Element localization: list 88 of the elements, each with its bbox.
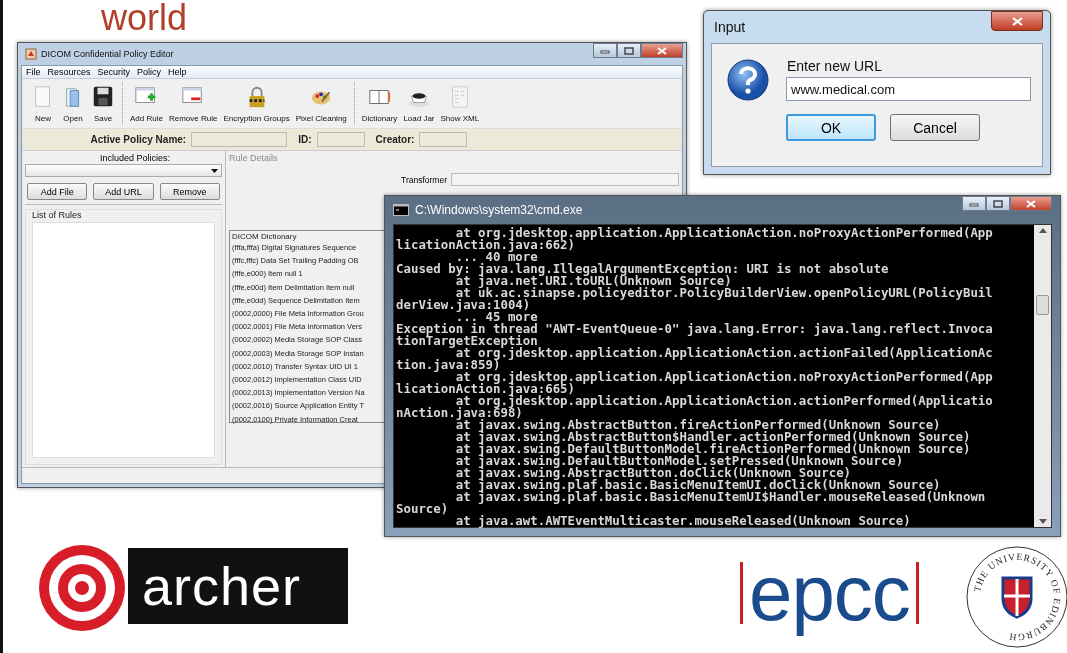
text-field[interactable] [316, 132, 365, 147]
console-line: ... 45 more [455, 311, 539, 323]
menu-item[interactable]: Security [96, 67, 132, 77]
console-line: derView.java:1004) [396, 299, 531, 311]
field-label: Creator: [375, 134, 415, 145]
close-button[interactable] [991, 11, 1043, 31]
toolbar-button[interactable]: Add Rule [129, 82, 164, 125]
policy-button[interactable]: Add File [27, 183, 88, 200]
toolbar-button[interactable]: Dictionary [360, 82, 399, 125]
console-line: at org.jdesktop.application.ApplicationAction.noProxyActionPerformed(App [455, 371, 994, 383]
menu-item[interactable]: Policy [136, 67, 163, 77]
close-icon [657, 46, 667, 55]
console-line: licationAction.java:662) [396, 239, 576, 251]
console-line: ... 40 more [455, 251, 538, 263]
console-line: Exception in thread "AWT-EventQueue-0" java.lang.Error: java.lang.reflect.Invoca [396, 323, 994, 335]
menu-item[interactable]: Resources [46, 67, 92, 77]
field-label: ID: [298, 134, 312, 145]
panel-title: Rule Details [229, 153, 279, 163]
menu-item[interactable]: Help [167, 67, 188, 77]
console-line: Source) [396, 503, 450, 515]
console-line: at java.net.URI.toURL(Unknown Source) [455, 275, 732, 287]
caret-icon [211, 168, 218, 173]
maximize-button[interactable] [617, 43, 641, 58]
toolbar-button[interactable]: Pixel Cleaning [294, 82, 348, 125]
toolbar-button[interactable]: Save [90, 82, 116, 125]
console-line: at javax.swing.AbstractButton.fireActionPerformed(Unknown Source) [455, 419, 941, 431]
text-field[interactable] [419, 132, 468, 147]
console-line: at javax.swing.AbstractButton$Handler.actionPerformed(Unknown Source) [454, 431, 972, 443]
url-field[interactable]: www.medical.com [786, 77, 1031, 101]
transformer-field[interactable] [451, 173, 679, 186]
dialog-button[interactable]: OK [786, 114, 876, 141]
slide-heading: world [101, 0, 188, 40]
console-line: at org.jdesktop.application.ApplicationAction.noProxyActionPerformed(App [455, 227, 994, 239]
text-field[interactable] [191, 132, 288, 147]
policy-button[interactable]: Add URL [93, 183, 154, 200]
dialog-button[interactable]: Cancel [890, 114, 980, 141]
console-line: at org.jdesktop.application.ApplicationAction.actionPerformed(Applicatio [455, 395, 994, 407]
maximize-icon [993, 199, 1003, 208]
archer-logo: archer [128, 548, 348, 624]
logo-bar [915, 562, 919, 624]
scroll-thumb[interactable] [1036, 295, 1049, 315]
console-line: at javax.swing.DefaultButtonModel.setPressed(Unknown Source) [454, 455, 904, 467]
menu-item[interactable]: File [25, 67, 42, 77]
minimize-button[interactable] [962, 196, 986, 211]
console-line: at javax.swing.plaf.basic.BasicMenuItemUI.doClick(Unknown Source) [454, 479, 941, 491]
scroll-down-icon [1038, 519, 1047, 524]
toolbar-button[interactable]: Encryption Groups [222, 82, 291, 125]
app-icon [25, 48, 37, 60]
question-icon [726, 58, 770, 102]
field-label: Included Policies: [98, 153, 171, 163]
prompt-text: Enter new URL [786, 58, 883, 74]
close-button[interactable] [1010, 196, 1052, 211]
console-line: at javax.swing.DefaultButtonModel.fireActionPerformed(Unknown Source) [454, 443, 972, 455]
scroll-up-icon [1038, 228, 1047, 233]
close-icon [1011, 16, 1023, 26]
toolbar-button[interactable]: Show XML [439, 82, 481, 125]
window-title: C:\Windows\system32\cmd.exe [415, 203, 584, 217]
field-label: Transformer [401, 174, 447, 185]
window-title: DICOM Confidential Policy Editor [41, 49, 175, 59]
console-line: at java.awt.AWTEventMulticaster.mouseReleased(Unknown Source) [454, 515, 912, 527]
scrollbar[interactable] [1034, 225, 1051, 527]
console-line: nAction.java:698) [396, 407, 523, 419]
console-line: at org.jdesktop.application.ApplicationAction.actionFailed(ApplicationAc [455, 347, 994, 359]
console-line: at uk.ac.sinapse.policyeditor.PolicyBuilderView.openPolicyURL(PolicyBuil [455, 287, 994, 299]
field-label: Active Policy Name: [90, 134, 187, 145]
toolbar-button[interactable]: Load Jar [402, 82, 436, 125]
epcc-logo: epcc [749, 548, 910, 639]
logo-bar [740, 562, 743, 624]
dropdown[interactable] [25, 164, 222, 177]
console-icon [393, 204, 409, 216]
panel-title: List of Rules [32, 210, 83, 220]
dialog-title: Input [714, 19, 746, 35]
maximize-button[interactable] [986, 196, 1010, 211]
panel-title: DICOM Dictionary [232, 232, 298, 241]
console-line: at javax.swing.plaf.basic.BasicMenuItemUI$Handler.mouseReleased(Unknown [454, 491, 987, 503]
console-line: at javax.swing.AbstractButton.doClick(Unknown Source) [454, 467, 852, 479]
minimize-button[interactable] [593, 43, 617, 58]
toolbar-button[interactable]: Remove Rule [167, 82, 219, 125]
toolbar-button[interactable]: New [30, 82, 56, 125]
console-line: tion.java:859) [396, 359, 501, 371]
console-line: tionTargetException [396, 335, 538, 347]
close-button[interactable] [641, 43, 683, 58]
console-line: licationAction.java:665) [396, 383, 576, 395]
close-icon [1026, 199, 1036, 208]
policy-button[interactable]: Remove [159, 183, 220, 200]
console-line: Caused by: java.lang.IllegalArgumentException: URI is not absolute [396, 263, 890, 275]
toolbar-button[interactable]: Open [60, 82, 86, 125]
maximize-icon [624, 46, 634, 55]
